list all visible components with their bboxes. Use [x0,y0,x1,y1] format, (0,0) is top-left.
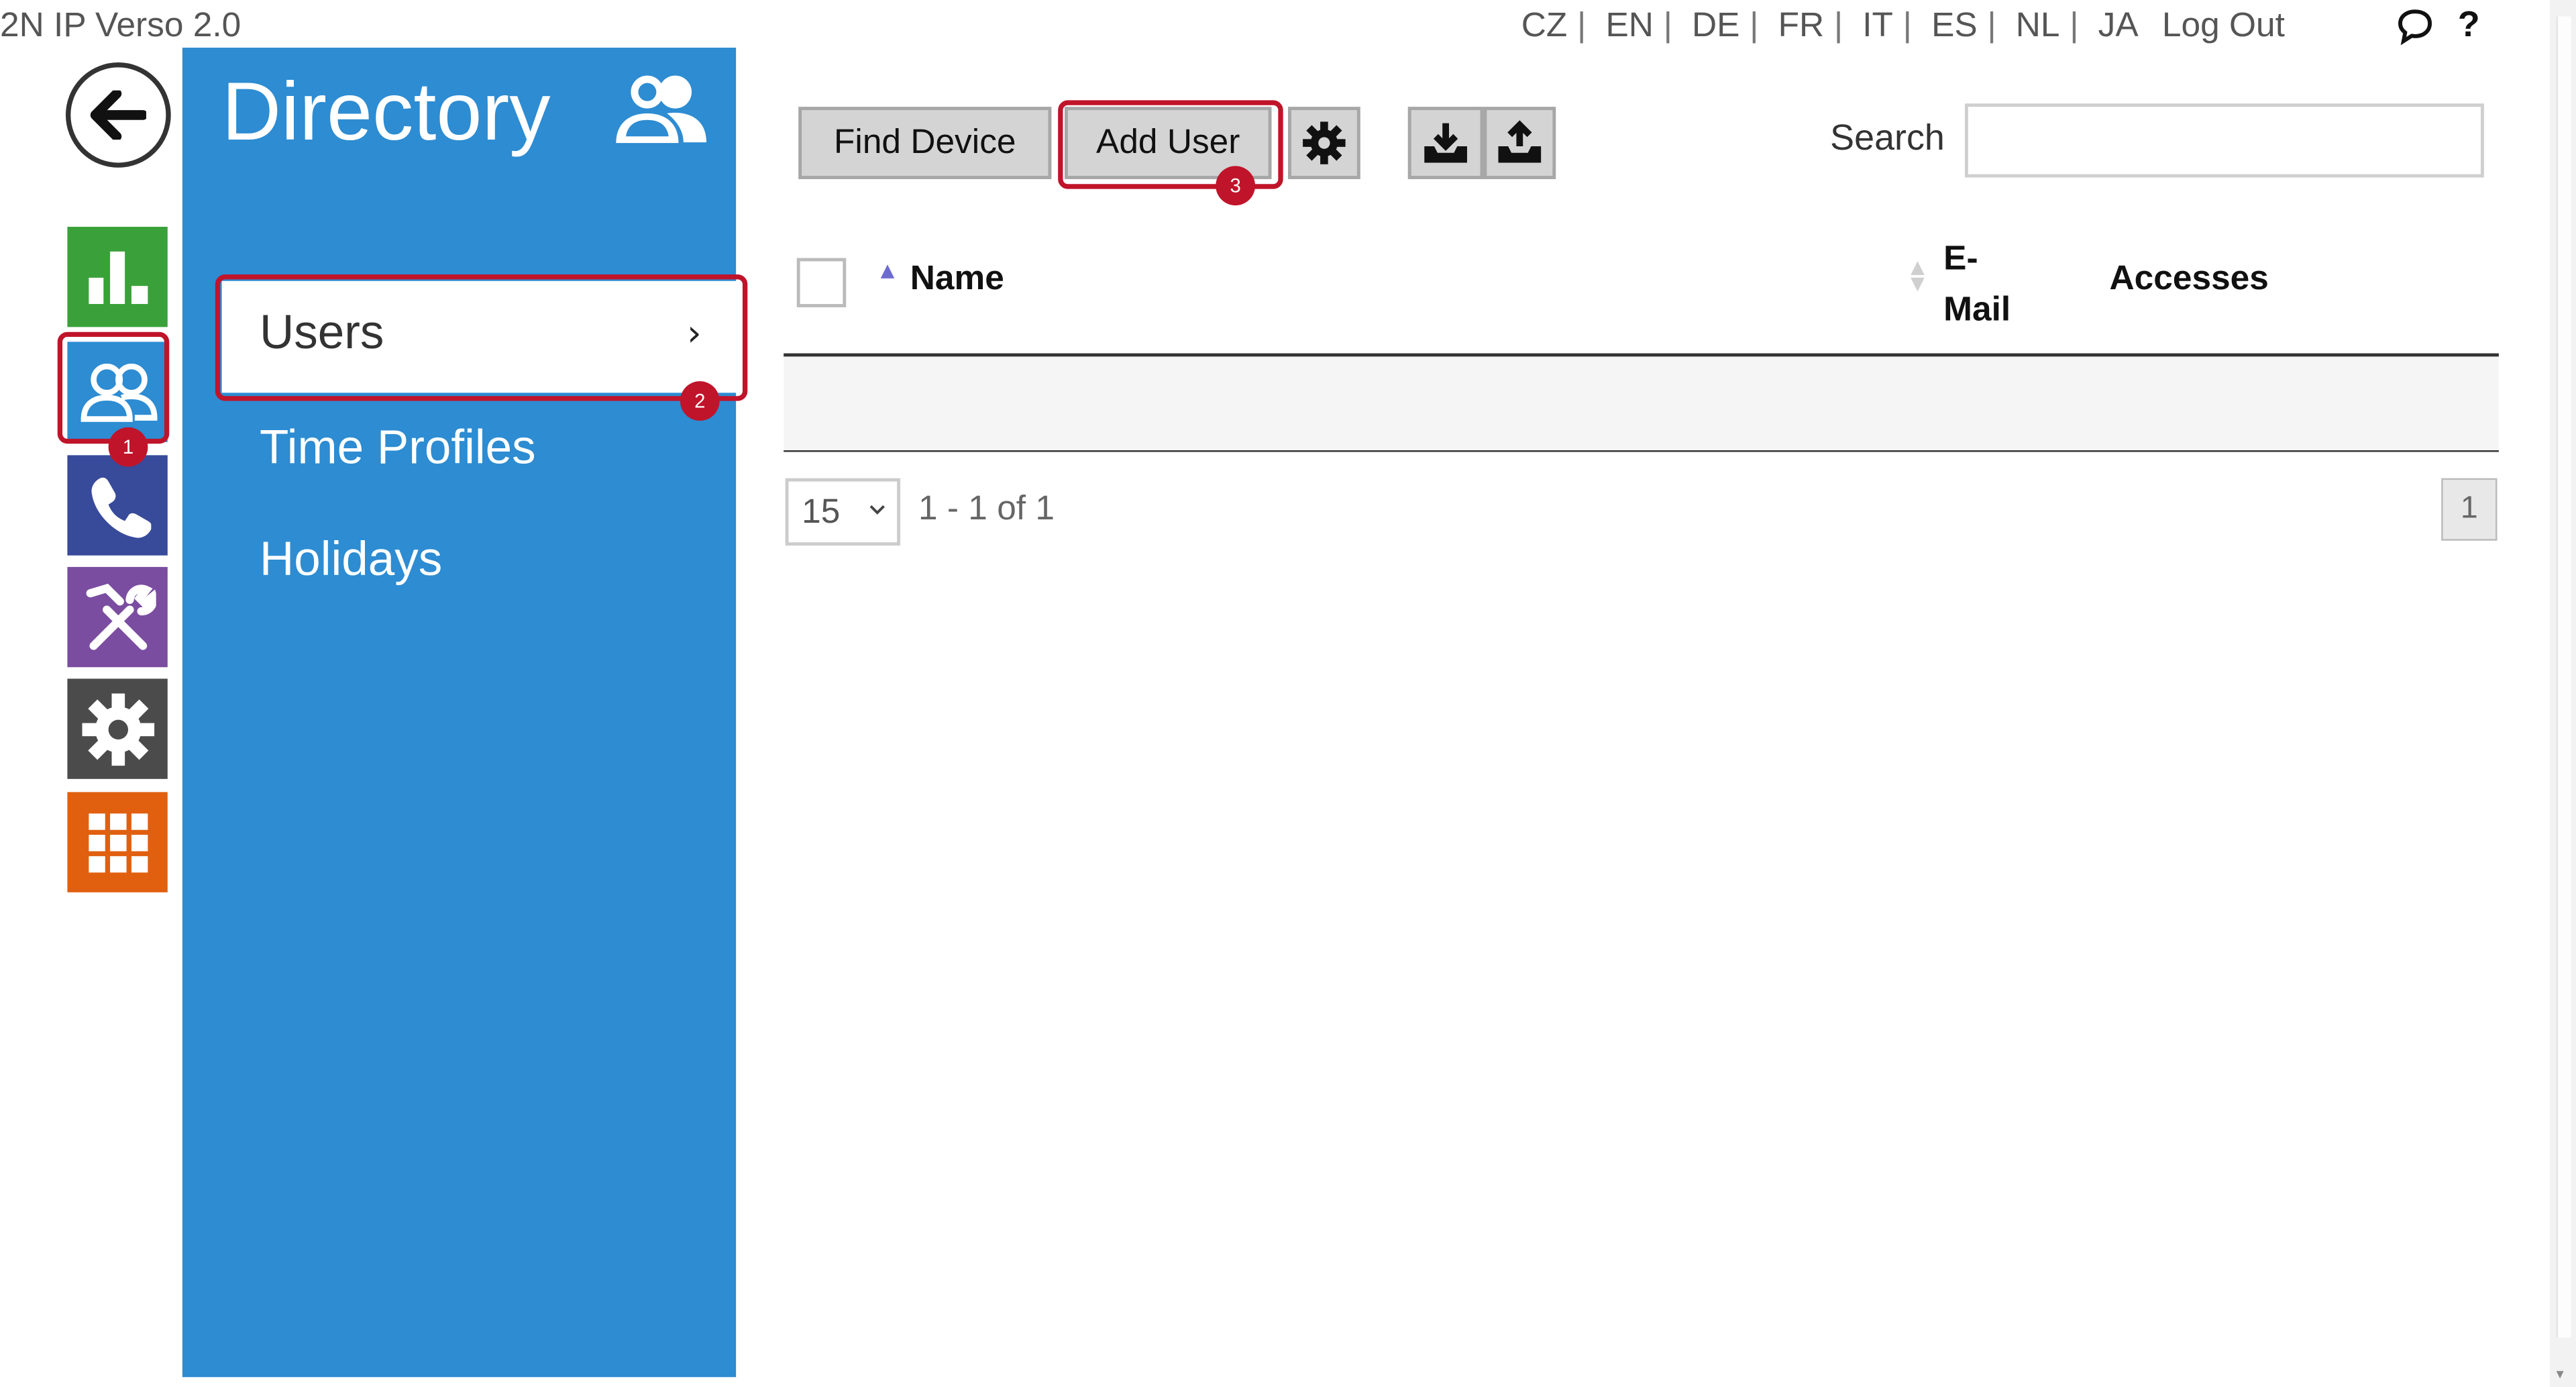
import-button[interactable] [1407,107,1484,179]
sort-icon: ▲ ▼ [1911,256,1925,295]
arrow-left-icon [90,90,146,140]
device-model: 2N IP Verso 2.0 [0,6,241,45]
rail-calls[interactable] [67,455,168,556]
download-icon [1424,123,1467,163]
step-badge-3: 3 [1216,166,1256,206]
chat-icon[interactable] [2396,7,2435,46]
logout-link[interactable]: Log Out [2162,7,2285,46]
settings-button[interactable] [1288,107,1360,179]
highlight-directory-icon [57,331,170,444]
search-input[interactable] [1965,103,2484,178]
menu-item-time-profiles[interactable]: Time Profiles [260,422,536,476]
back-button[interactable] [65,62,171,168]
lang-de[interactable]: DE [1692,7,1739,44]
lang-en[interactable]: EN [1605,7,1653,44]
rail-system[interactable] [67,678,168,779]
rail-hardware[interactable] [67,566,168,668]
rail-services[interactable] [67,792,168,892]
page-size-select[interactable]: 15 [785,478,901,546]
lang-cz[interactable]: CZ [1521,7,1568,44]
rail-status[interactable] [67,226,168,327]
lang-ja[interactable]: JA [2098,7,2139,44]
scrollbar[interactable]: ▾ [2549,0,2576,1387]
table-row[interactable] [784,356,2499,451]
column-header-accesses: Accesses [2109,259,2269,298]
pagination-range: 1 - 1 of 1 [918,489,1055,528]
bar-chart-icon [88,250,148,303]
help-icon[interactable]: ? [2458,3,2480,46]
grid-icon [88,813,148,872]
scroll-down-icon[interactable]: ▾ [2557,1368,2564,1384]
panel-title: Directory [221,65,551,158]
lang-it[interactable]: IT [1862,7,1893,44]
column-header-name[interactable]: Name [910,260,1004,299]
directory-panel: Directory Users › Time Profiles Holidays [182,48,741,1378]
sort-ascending-icon: ▲ [880,259,895,281]
lang-es[interactable]: ES [1931,7,1978,44]
column-header-email-line-2: Mail [1943,291,2011,329]
column-header-email-line-1: E- [1943,240,1978,278]
page-size-value: 15 [802,492,841,530]
language-selector: CZ | EN | DE | FR | IT | ES | NL | JA [1521,6,2139,45]
page-button-1[interactable]: 1 [2441,478,2498,541]
tools-icon [85,582,156,650]
chevron-down-icon [869,505,885,515]
scrollbar-thumb[interactable] [2556,16,2571,1338]
find-device-button[interactable]: Find Device [798,107,1052,179]
column-header-email[interactable]: E- Mail [1943,234,2042,336]
search-label: Search [1830,116,1945,158]
step-badge-1: 1 [108,427,148,467]
phone-icon [91,476,151,537]
app-window: 2N IP Verso 2.0 CZ | EN | DE | FR | IT | ES | … [0,0,2576,1387]
table-divider [784,450,2499,452]
gear-icon [1303,121,1346,164]
upload-icon [1498,120,1542,163]
menu-item-holidays[interactable]: Holidays [260,534,442,588]
select-all-checkbox[interactable] [796,258,847,307]
step-badge-2: 2 [680,381,720,421]
export-button[interactable] [1483,107,1556,179]
users-icon [616,75,707,144]
lang-nl[interactable]: NL [2016,7,2060,44]
lang-fr[interactable]: FR [1778,7,1825,44]
gear-icon [81,692,154,766]
highlight-users-menu [215,274,748,401]
